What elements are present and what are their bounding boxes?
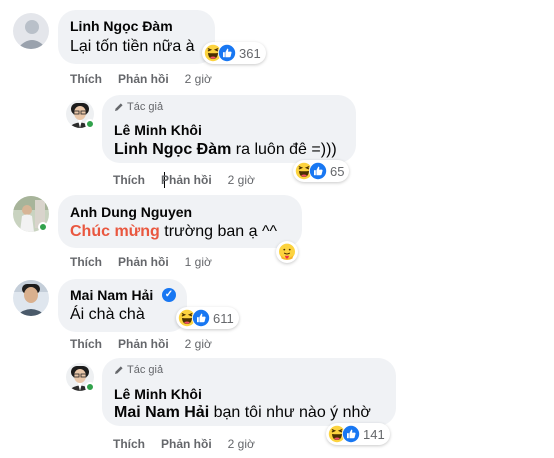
- comment-author[interactable]: Linh Ngọc Đàm: [70, 18, 173, 34]
- comment-bubble: Mai Nam Hải ✓ Ái chà chà: [58, 279, 187, 332]
- like-button[interactable]: Thích: [113, 437, 145, 451]
- reaction-count: 611: [213, 310, 234, 326]
- comment-author[interactable]: Lê Minh Khôi: [114, 386, 202, 402]
- comment-author[interactable]: Lê Minh Khôi: [114, 122, 202, 138]
- comment-actions: Thích Phản hồi 1 giờ: [70, 255, 212, 269]
- online-status-icon: [85, 382, 95, 392]
- like-reaction-icon: [309, 162, 327, 180]
- care-reaction-icon: [278, 243, 296, 261]
- timestamp[interactable]: 2 giờ: [228, 437, 255, 451]
- timestamp[interactable]: 1 giờ: [185, 255, 212, 269]
- comment-bubble: Anh Dung Nguyen Chúc mừng trường ban ạ ^…: [58, 195, 302, 248]
- reply-button[interactable]: Phản hồi: [118, 255, 169, 269]
- mention-link[interactable]: Mai Nam Hải: [114, 404, 209, 421]
- timestamp[interactable]: 2 giờ: [185, 337, 212, 351]
- comment-author[interactable]: Mai Nam Hải: [70, 287, 153, 303]
- comment-bubble: Tác giả Lê Minh Khôi Linh Ngọc Đàm ra lu…: [102, 95, 356, 163]
- online-status-icon: [85, 119, 95, 129]
- comment-text: Ái chà chà: [70, 306, 145, 323]
- reaction-count: 361: [239, 45, 261, 61]
- comment-bubble: Tác giả Lê Minh Khôi Mai Nam Hải bạn tôi…: [102, 358, 396, 426]
- like-button[interactable]: Thích: [113, 173, 145, 187]
- like-button[interactable]: Thích: [70, 255, 102, 269]
- reaction-summary[interactable]: [276, 241, 298, 263]
- like-reaction-icon: [218, 44, 236, 62]
- comment-actions: Thích Phản hồi 2 giờ: [113, 173, 255, 187]
- online-status-icon: [38, 222, 48, 232]
- avatar[interactable]: [13, 13, 49, 49]
- reply-button[interactable]: Phản hồi: [118, 72, 169, 86]
- reaction-summary[interactable]: 361: [202, 42, 266, 64]
- author-badge: Tác giả: [127, 101, 164, 113]
- like-reaction-icon: [342, 425, 360, 443]
- comment-text: Lại tốn tiền nữa à: [70, 38, 195, 55]
- pencil-icon: [115, 366, 123, 374]
- avatar[interactable]: [13, 280, 49, 316]
- comment-actions: Thích Phản hồi 2 giờ: [70, 72, 212, 86]
- reply-button[interactable]: Phản hồi: [118, 337, 169, 351]
- highlighted-phrase: Chúc mừng: [70, 223, 160, 240]
- comment-bubble: Linh Ngọc Đàm Lại tốn tiền nữa à: [58, 10, 215, 64]
- reply-button[interactable]: Phản hồi: [161, 437, 212, 451]
- comment-body: ra luôn đê =))): [231, 141, 337, 158]
- comment-text: Linh Ngọc Đàm ra luôn đê =))): [114, 141, 337, 159]
- mention-link[interactable]: Linh Ngọc Đàm: [114, 141, 231, 158]
- like-button[interactable]: Thích: [70, 337, 102, 351]
- comment-text: Chúc mừng trường ban ạ ^^: [70, 223, 277, 241]
- reaction-count: 141: [363, 426, 385, 442]
- comment-actions: Thích Phản hồi 2 giờ: [113, 437, 255, 451]
- pencil-icon: [115, 103, 123, 111]
- comment-actions: Thích Phản hồi 2 giờ: [70, 337, 212, 351]
- reaction-summary[interactable]: 611: [176, 307, 239, 329]
- reaction-summary[interactable]: 141: [326, 423, 390, 445]
- reply-button[interactable]: Phản hồi: [161, 173, 212, 187]
- comment-body: bạn tôi như nào ý nhờ: [209, 404, 371, 421]
- reaction-count: 65: [330, 163, 345, 179]
- verified-badge-icon: ✓: [162, 288, 176, 302]
- author-badge: Tác giả: [127, 364, 164, 376]
- comment-body: trường ban ạ ^^: [159, 223, 277, 240]
- comment-text: Mai Nam Hải bạn tôi như nào ý nhờ: [114, 404, 371, 422]
- like-button[interactable]: Thích: [70, 72, 102, 86]
- timestamp[interactable]: 2 giờ: [185, 72, 212, 86]
- comment-author[interactable]: Anh Dung Nguyen: [70, 204, 192, 220]
- like-reaction-icon: [192, 309, 210, 327]
- timestamp[interactable]: 2 giờ: [228, 173, 255, 187]
- reaction-summary[interactable]: 65: [293, 160, 350, 182]
